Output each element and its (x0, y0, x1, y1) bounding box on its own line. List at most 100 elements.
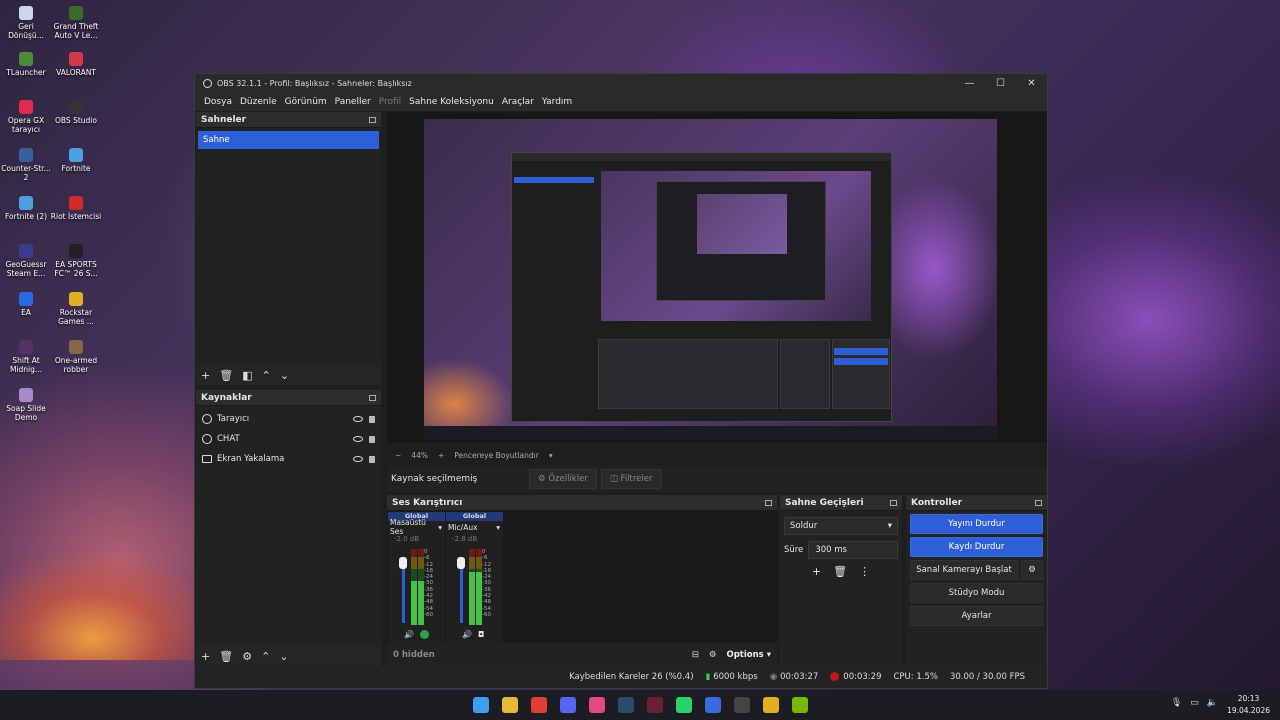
scene-item[interactable]: Sahne (198, 131, 379, 149)
undock-icon[interactable] (765, 499, 772, 506)
speaker-icon[interactable]: 🔊 (462, 630, 472, 639)
transition-select[interactable]: Soldur ▾ (784, 517, 898, 535)
lock-icon[interactable] (369, 455, 375, 463)
desktop-icon[interactable]: Fortnite (2) (0, 196, 52, 221)
desktop-icon[interactable]: Grand Theft Auto V Le... (50, 6, 102, 40)
desktop-icon[interactable]: Counter-Str... 2 (0, 148, 52, 182)
menu-docks[interactable]: Paneller (335, 97, 371, 107)
gear-icon[interactable]: ⚙ (1021, 560, 1043, 580)
source-row-chat[interactable]: CHAT (196, 429, 381, 449)
desktop-icon[interactable]: One-armed robber (50, 340, 102, 374)
remove-transition-icon[interactable]: 🗑 (833, 565, 847, 578)
desktop-icon[interactable]: EA SPORTS FC™ 26 S... (50, 244, 102, 278)
zoom-in-button[interactable]: + (438, 451, 444, 460)
windows-start-icon[interactable] (472, 697, 489, 713)
app-icon[interactable] (588, 697, 605, 713)
source-row-screen-capture[interactable]: Ekran Yakalama (196, 449, 381, 469)
chevron-down-icon[interactable]: ▾ (549, 451, 553, 460)
desktop-icon[interactable]: Shift At Midnig... (0, 340, 52, 374)
obs-icon[interactable] (733, 697, 750, 713)
rockstar-icon[interactable] (762, 697, 779, 713)
studio-mode-button[interactable]: Stüdyo Modu (910, 583, 1043, 603)
remove-scene-icon[interactable]: 🗑 (219, 369, 233, 382)
microphone-icon[interactable]: 🎙 (1171, 698, 1182, 708)
advanced-audio-icon[interactable]: ⚙ (709, 650, 717, 660)
fit-to-window[interactable]: Pencereye Boyutlandır (454, 451, 539, 460)
settings-button[interactable]: Ayarlar (910, 606, 1043, 626)
desktop-icon[interactable]: Fortnite (50, 148, 102, 173)
desktop-icon[interactable]: GeoGuessr Steam E... (0, 244, 52, 278)
desktop-icon[interactable]: EA (0, 292, 52, 317)
discord-icon[interactable] (559, 697, 576, 713)
app2-icon[interactable] (646, 697, 663, 713)
app3-icon[interactable] (704, 697, 721, 713)
zoom-out-button[interactable]: − (395, 451, 401, 460)
undock-icon[interactable] (369, 116, 376, 123)
options-button[interactable]: Options (726, 650, 763, 660)
menu-help[interactable]: Yardım (542, 97, 572, 107)
move-up-icon[interactable]: ⌃ (262, 369, 271, 382)
menu-tools[interactable]: Araçlar (502, 97, 534, 107)
move-down-icon[interactable]: ⌄ (279, 650, 288, 663)
remove-source-icon[interactable]: 🗑 (219, 650, 233, 663)
filters-icon[interactable]: ◧ (242, 369, 252, 382)
minimize-button[interactable]: — (954, 78, 985, 89)
clock[interactable]: 20:13 19.04.2026 (1227, 693, 1270, 717)
menu-file[interactable]: Dosya (204, 97, 232, 107)
speaker-icon[interactable]: 🔊 (404, 630, 414, 639)
preview-canvas[interactable] (424, 119, 997, 440)
desktop-icon[interactable]: VALORANT (50, 52, 102, 77)
headphone-monitor-icon[interactable]: ◘ (478, 630, 484, 639)
move-down-icon[interactable]: ⌄ (280, 369, 289, 382)
steam-icon[interactable] (617, 697, 634, 713)
stop-recording-button[interactable]: Kaydı Durdur (910, 537, 1043, 557)
menu-view[interactable]: Görünüm (285, 97, 327, 107)
add-source-icon[interactable]: + (201, 650, 210, 663)
menu-profile[interactable]: Profil (379, 97, 401, 107)
start-virtual-camera-button[interactable]: Sanal Kamerayı Başlat (910, 560, 1018, 580)
file-explorer-icon[interactable] (501, 697, 518, 713)
undock-icon[interactable] (1035, 499, 1042, 506)
hidden-count[interactable]: 0 hidden (393, 650, 692, 660)
volume-slider-knob[interactable] (399, 557, 407, 569)
add-scene-icon[interactable]: + (201, 369, 210, 382)
visibility-eye-icon[interactable] (353, 436, 363, 442)
menu-edit[interactable]: Düzenle (240, 97, 277, 107)
chrome-icon[interactable] (530, 697, 547, 713)
lock-icon[interactable] (369, 435, 375, 443)
desktop-icon[interactable]: TLauncher (0, 52, 52, 77)
volume-icon[interactable]: 🔈 (1207, 698, 1218, 708)
desktop-icon[interactable]: OBS Studio (50, 100, 102, 125)
volume-slider-knob[interactable] (457, 557, 465, 569)
filters-button[interactable]: ◫ Filtreler (600, 469, 662, 489)
move-up-icon[interactable]: ⌃ (261, 650, 270, 663)
more-icon[interactable]: ⋮ (859, 565, 870, 578)
stop-stream-button[interactable]: Yayını Durdur (910, 514, 1043, 534)
gear-icon[interactable]: ⚙ (242, 650, 252, 663)
desktop-icon[interactable]: Soap Slide Demo (0, 388, 52, 422)
lock-icon[interactable] (369, 415, 375, 423)
undock-icon[interactable] (369, 394, 376, 401)
network-icon[interactable]: ▭ (1190, 698, 1199, 708)
headphone-monitor-icon[interactable] (419, 630, 429, 639)
desktop-icon[interactable]: Opera GX tarayıcı (0, 100, 52, 134)
menu-scene-collection[interactable]: Sahne Koleksiyonu (409, 97, 494, 107)
visibility-eye-icon[interactable] (353, 456, 363, 462)
desktop-icon[interactable]: Geri Dönüşü... (0, 6, 52, 40)
channel-name-row[interactable]: Mic/Aux ▾ (446, 521, 503, 533)
desktop-icon[interactable]: Rockstar Games ... (50, 292, 102, 326)
whatsapp-icon[interactable] (675, 697, 692, 713)
close-button[interactable]: ✕ (1016, 78, 1047, 89)
visibility-eye-icon[interactable] (353, 416, 363, 422)
maximize-button[interactable]: ☐ (985, 78, 1016, 89)
desktop-icon[interactable]: Riot İstemcisi (50, 196, 102, 221)
add-transition-icon[interactable]: + (812, 565, 821, 578)
duration-input[interactable]: 300 ms (808, 541, 898, 559)
channel-name-row[interactable]: Masaüstü Ses ▾ (388, 518, 445, 536)
chevron-down-icon[interactable]: ▾ (767, 650, 771, 660)
undock-icon[interactable] (890, 499, 897, 506)
layout-icon[interactable]: ⊟ (692, 650, 699, 660)
nvidia-icon[interactable] (791, 697, 808, 713)
properties-button[interactable]: ⚙ Özellikler (529, 469, 597, 489)
source-row-browser[interactable]: Tarayıcı (196, 409, 381, 429)
